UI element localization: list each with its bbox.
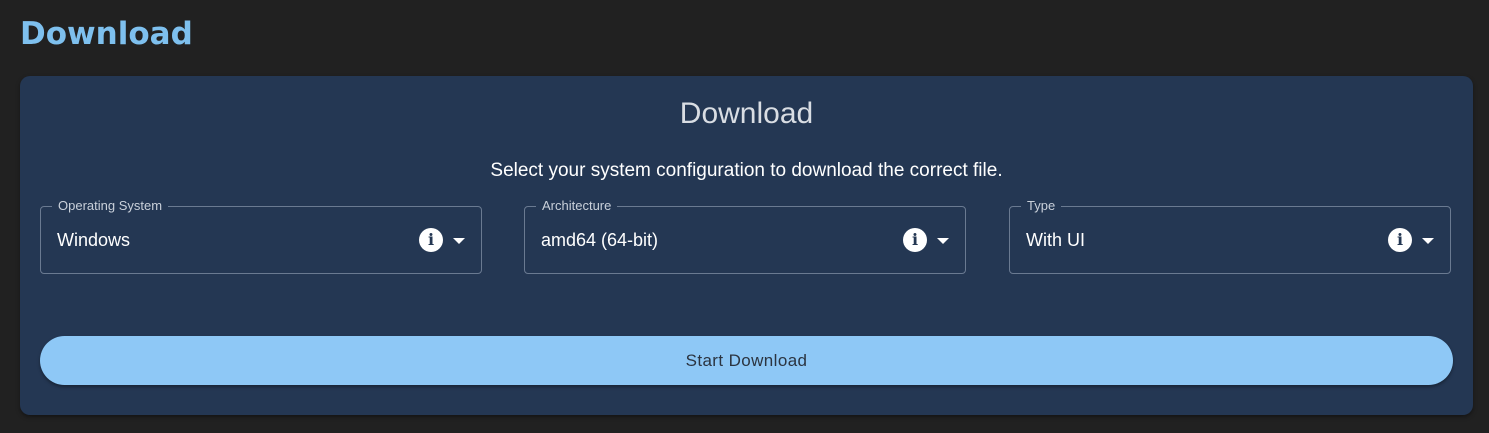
type-label: Type: [1021, 198, 1062, 214]
architecture-value: amd64 (64-bit): [541, 230, 659, 250]
chevron-down-icon[interactable]: [453, 238, 465, 244]
chevron-down-icon[interactable]: [937, 238, 949, 244]
download-card: Download Select your system configuratio…: [20, 76, 1473, 415]
type-value: With UI: [1026, 230, 1086, 250]
info-icon[interactable]: i: [419, 228, 443, 252]
operating-system-value: Windows: [57, 230, 131, 250]
architecture-select[interactable]: Architecture amd64 (64-bit) i: [524, 198, 966, 274]
type-select[interactable]: Type With UI i: [1009, 198, 1451, 274]
info-icon[interactable]: i: [1388, 228, 1412, 252]
page-heading: Download: [20, 16, 193, 52]
operating-system-select[interactable]: Operating System Windows i: [40, 198, 482, 274]
chevron-down-icon[interactable]: [1422, 238, 1434, 244]
card-subtitle: Select your system configuration to down…: [490, 160, 1003, 181]
info-icon[interactable]: i: [903, 228, 927, 252]
operating-system-label: Operating System: [52, 198, 169, 214]
card-title: Download: [679, 97, 814, 130]
start-download-button[interactable]: Start Download: [40, 336, 1453, 385]
architecture-label: Architecture: [536, 198, 618, 214]
